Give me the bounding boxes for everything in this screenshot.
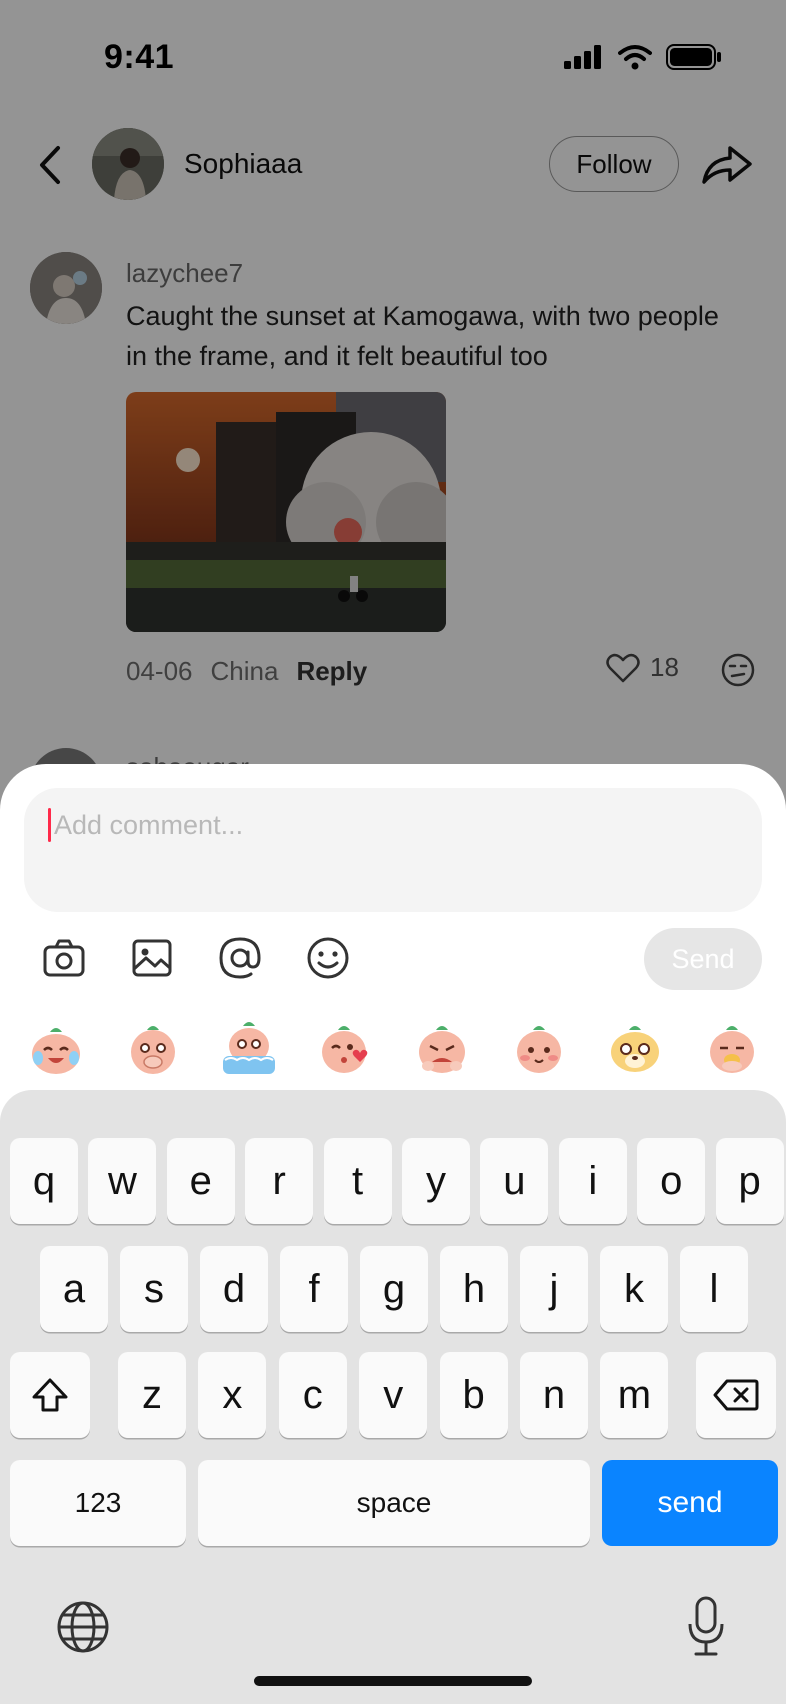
sticker-nose-pick[interactable] [700, 1016, 764, 1080]
key-t[interactable]: t [323, 1138, 392, 1224]
sticker-blush[interactable] [507, 1016, 571, 1080]
key-s[interactable]: s [120, 1246, 188, 1332]
key-g[interactable]: g [360, 1246, 428, 1332]
key-m[interactable]: m [600, 1352, 669, 1438]
key-e[interactable]: e [166, 1138, 235, 1224]
sticker-laugh-cry[interactable] [24, 1016, 88, 1080]
send-button[interactable]: Send [644, 928, 762, 990]
key-a[interactable]: a [40, 1246, 108, 1332]
camera-icon[interactable] [40, 934, 88, 982]
key-w[interactable]: w [88, 1138, 157, 1224]
image-icon[interactable] [128, 934, 176, 982]
home-indicator [254, 1676, 532, 1686]
key-b[interactable]: b [439, 1352, 508, 1438]
key-v[interactable]: v [359, 1352, 428, 1438]
key-q[interactable]: q [10, 1138, 78, 1224]
key-j[interactable]: j [520, 1246, 588, 1332]
backspace-icon [713, 1379, 759, 1411]
key-r[interactable]: r [245, 1138, 314, 1224]
numbers-key[interactable]: 123 [10, 1460, 186, 1546]
at-icon[interactable] [216, 934, 264, 982]
comment-input[interactable]: Add comment... [24, 788, 762, 912]
key-n[interactable]: n [520, 1352, 588, 1438]
sticker-hug-face[interactable] [410, 1016, 474, 1080]
key-x[interactable]: x [198, 1352, 267, 1438]
key-y[interactable]: y [402, 1138, 470, 1224]
key-u[interactable]: u [480, 1138, 549, 1224]
sticker-crying-in-bath[interactable] [217, 1016, 281, 1080]
sticker-hand-over-mouth[interactable] [121, 1016, 185, 1080]
keyboard-send-key[interactable]: send [602, 1460, 778, 1546]
key-o[interactable]: o [637, 1138, 706, 1224]
key-d[interactable]: d [200, 1246, 268, 1332]
sticker-kiss-heart[interactable] [314, 1016, 378, 1080]
key-z[interactable]: z [118, 1352, 186, 1438]
key-h[interactable]: h [440, 1246, 508, 1332]
shift-key[interactable] [10, 1352, 90, 1438]
comment-placeholder: Add comment... [54, 810, 244, 840]
globe-icon[interactable] [56, 1600, 110, 1654]
keyboard: qwertyuiop asdfghjkl zxcvbnm 123 space s… [0, 1090, 786, 1704]
shift-icon [32, 1378, 68, 1412]
sticker-dog-face[interactable] [603, 1016, 667, 1080]
smile-icon[interactable] [304, 934, 352, 982]
text-caret [48, 808, 51, 842]
key-i[interactable]: i [558, 1138, 627, 1224]
key-c[interactable]: c [278, 1352, 347, 1438]
key-f[interactable]: f [280, 1246, 348, 1332]
key-l[interactable]: l [680, 1246, 748, 1332]
sticker-row [24, 1016, 764, 1086]
key-p[interactable]: p [715, 1138, 784, 1224]
microphone-icon[interactable] [686, 1596, 726, 1658]
key-k[interactable]: k [600, 1246, 668, 1332]
space-key[interactable]: space [198, 1460, 590, 1546]
backspace-key[interactable] [696, 1352, 776, 1438]
